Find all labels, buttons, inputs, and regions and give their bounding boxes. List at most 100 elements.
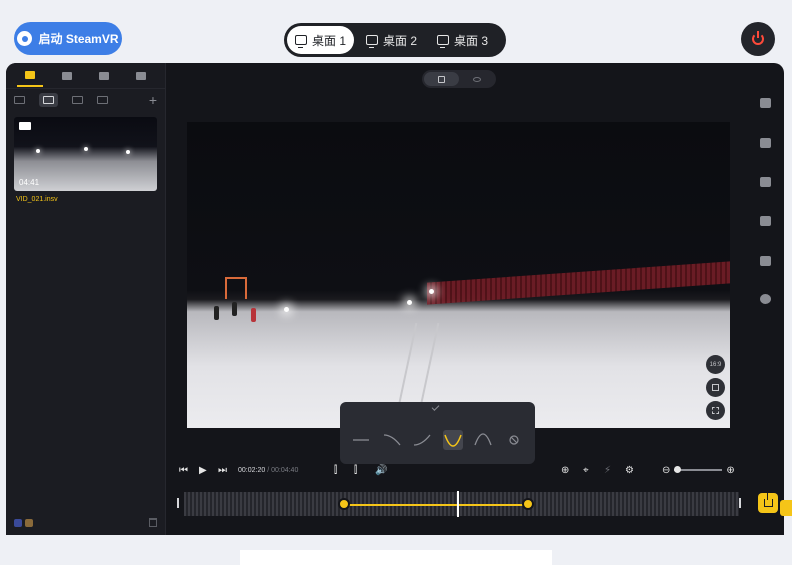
total-time: / 00:04:40	[267, 466, 299, 474]
app-icon	[14, 518, 22, 527]
add-keyframe-button[interactable]: ⊕	[561, 463, 569, 477]
video-preview[interactable]: 16:9	[187, 122, 730, 428]
tab-desktop-3[interactable]: 桌面 3	[429, 26, 496, 54]
skip-forward-icon: ⏭	[218, 464, 227, 476]
folder-icon	[62, 71, 73, 80]
lift-tower	[225, 277, 247, 299]
library-footer	[14, 518, 157, 527]
curve-none-button[interactable]	[504, 430, 524, 450]
info-icon[interactable]	[760, 294, 771, 304]
play-button[interactable]: ▶	[199, 463, 207, 477]
camera-view-icon[interactable]	[760, 98, 771, 108]
document-icon	[135, 71, 146, 80]
curve-valley-button[interactable]	[442, 430, 463, 450]
play-icon: ▶	[199, 464, 207, 476]
aspect-ratio-label: 16:9	[709, 361, 722, 368]
curve-ease-out-icon	[383, 434, 401, 446]
zoom-slider[interactable]	[674, 467, 723, 473]
speed-curve-popup	[340, 402, 535, 464]
curve-ease-in-button[interactable]	[412, 430, 432, 450]
view-mode-toggle	[422, 70, 496, 88]
eye-icon	[472, 76, 481, 82]
media-library-panel: + 04:41 VID_021.insv	[6, 63, 166, 535]
power-icon	[752, 31, 764, 45]
editor-window: + 04:41 VID_021.insv 16:9 ⏮ ▶ ⏭ 00:02:20…	[6, 63, 784, 535]
skier	[232, 302, 237, 316]
playhead[interactable]	[457, 491, 459, 517]
skip-back-button[interactable]: ⏮	[179, 463, 188, 477]
tab-desktop-1[interactable]: 桌面 1	[287, 26, 355, 54]
curve-valley-icon	[444, 434, 462, 447]
view-grid-large-button[interactable]	[39, 93, 58, 107]
zoom-in-icon[interactable]: ⊕	[726, 465, 734, 476]
flash-button[interactable]: ⚡	[604, 463, 611, 477]
timeline-start-marker	[177, 498, 179, 508]
flash-icon: ⚡	[604, 464, 612, 476]
floodlight	[284, 307, 289, 312]
floodlight	[429, 289, 434, 294]
clip-thumbnail[interactable]: 04:41	[14, 117, 157, 191]
view-grid-small-icon[interactable]	[72, 96, 83, 104]
reframe-button[interactable]: ⌖	[583, 463, 589, 477]
pip-button[interactable]	[706, 378, 725, 397]
selection-start-handle[interactable]	[338, 498, 350, 510]
side-tab[interactable]	[780, 500, 792, 516]
power-button[interactable]	[741, 22, 775, 56]
audio-icon[interactable]	[760, 256, 771, 266]
media-icon	[25, 70, 36, 79]
vr-badge-icon	[19, 122, 31, 130]
tab-media[interactable]	[17, 65, 44, 87]
add-media-icon[interactable]: +	[149, 93, 157, 107]
export-button[interactable]	[758, 493, 778, 513]
timeline-selection	[346, 504, 532, 506]
aspect-ratio-button[interactable]: 16:9	[706, 355, 725, 374]
curve-linear-button[interactable]	[351, 430, 371, 450]
pip-icon	[712, 384, 719, 391]
tab-camera[interactable]	[91, 65, 117, 87]
curve-ease-in-icon	[414, 434, 431, 446]
skip-forward-button[interactable]: ⏭	[218, 463, 227, 477]
no-curve-icon	[509, 435, 519, 445]
monitor-icon	[437, 35, 450, 48]
clip-filename: VID_021.insv	[16, 196, 58, 203]
curve-peak-button[interactable]	[473, 430, 493, 450]
taskbar-fragment	[240, 550, 552, 565]
monitor-icon	[295, 35, 307, 48]
tab-desktop-3-label: 桌面 3	[454, 33, 489, 48]
trim-start-icon: ⫿	[334, 464, 338, 476]
volume-button[interactable]: 🔊	[375, 463, 387, 477]
selection-end-handle[interactable]	[522, 498, 534, 510]
steam-icon	[17, 31, 33, 46]
fullscreen-button[interactable]	[706, 401, 725, 420]
volume-icon: 🔊	[375, 464, 388, 476]
speed-button[interactable]: ⚙	[625, 463, 634, 477]
sort-icon[interactable]	[14, 96, 25, 104]
tab-desktop-2-label: 桌面 2	[383, 33, 418, 48]
view-list-icon[interactable]	[97, 96, 108, 104]
snapshot-icon[interactable]	[760, 177, 771, 187]
save-icon[interactable]	[760, 216, 771, 226]
curve-ease-out-button[interactable]	[382, 430, 402, 450]
clip-duration: 04:41	[19, 178, 40, 187]
effects-icon[interactable]	[760, 138, 771, 148]
chevron-down-icon[interactable]	[431, 403, 440, 411]
zoom-control: ⊖ ⊕	[662, 463, 735, 477]
trim-start-button[interactable]: ⫿	[334, 463, 337, 477]
monitor-icon	[366, 35, 379, 48]
edit-mode-button[interactable]	[424, 72, 459, 86]
desktop-switcher: 桌面 1 桌面 2 桌面 3	[284, 23, 506, 57]
fullscreen-icon	[712, 407, 719, 414]
launch-steamvr-button[interactable]: 启动 SteamVR	[14, 22, 122, 55]
trash-icon[interactable]	[149, 518, 157, 527]
tab-desktop-2[interactable]: 桌面 2	[358, 26, 425, 54]
tab-folder[interactable]	[54, 65, 80, 87]
current-time: 00:02:20	[238, 466, 266, 474]
curve-linear-icon	[353, 439, 370, 441]
safety-net	[427, 261, 730, 305]
skip-back-icon: ⏮	[179, 464, 188, 476]
preview-mode-button[interactable]	[459, 72, 494, 86]
trim-end-button[interactable]: ⫿	[354, 463, 357, 477]
speed-icon: ⚙	[625, 464, 634, 476]
tab-document[interactable]	[128, 65, 154, 87]
zoom-out-icon[interactable]: ⊖	[662, 465, 670, 476]
